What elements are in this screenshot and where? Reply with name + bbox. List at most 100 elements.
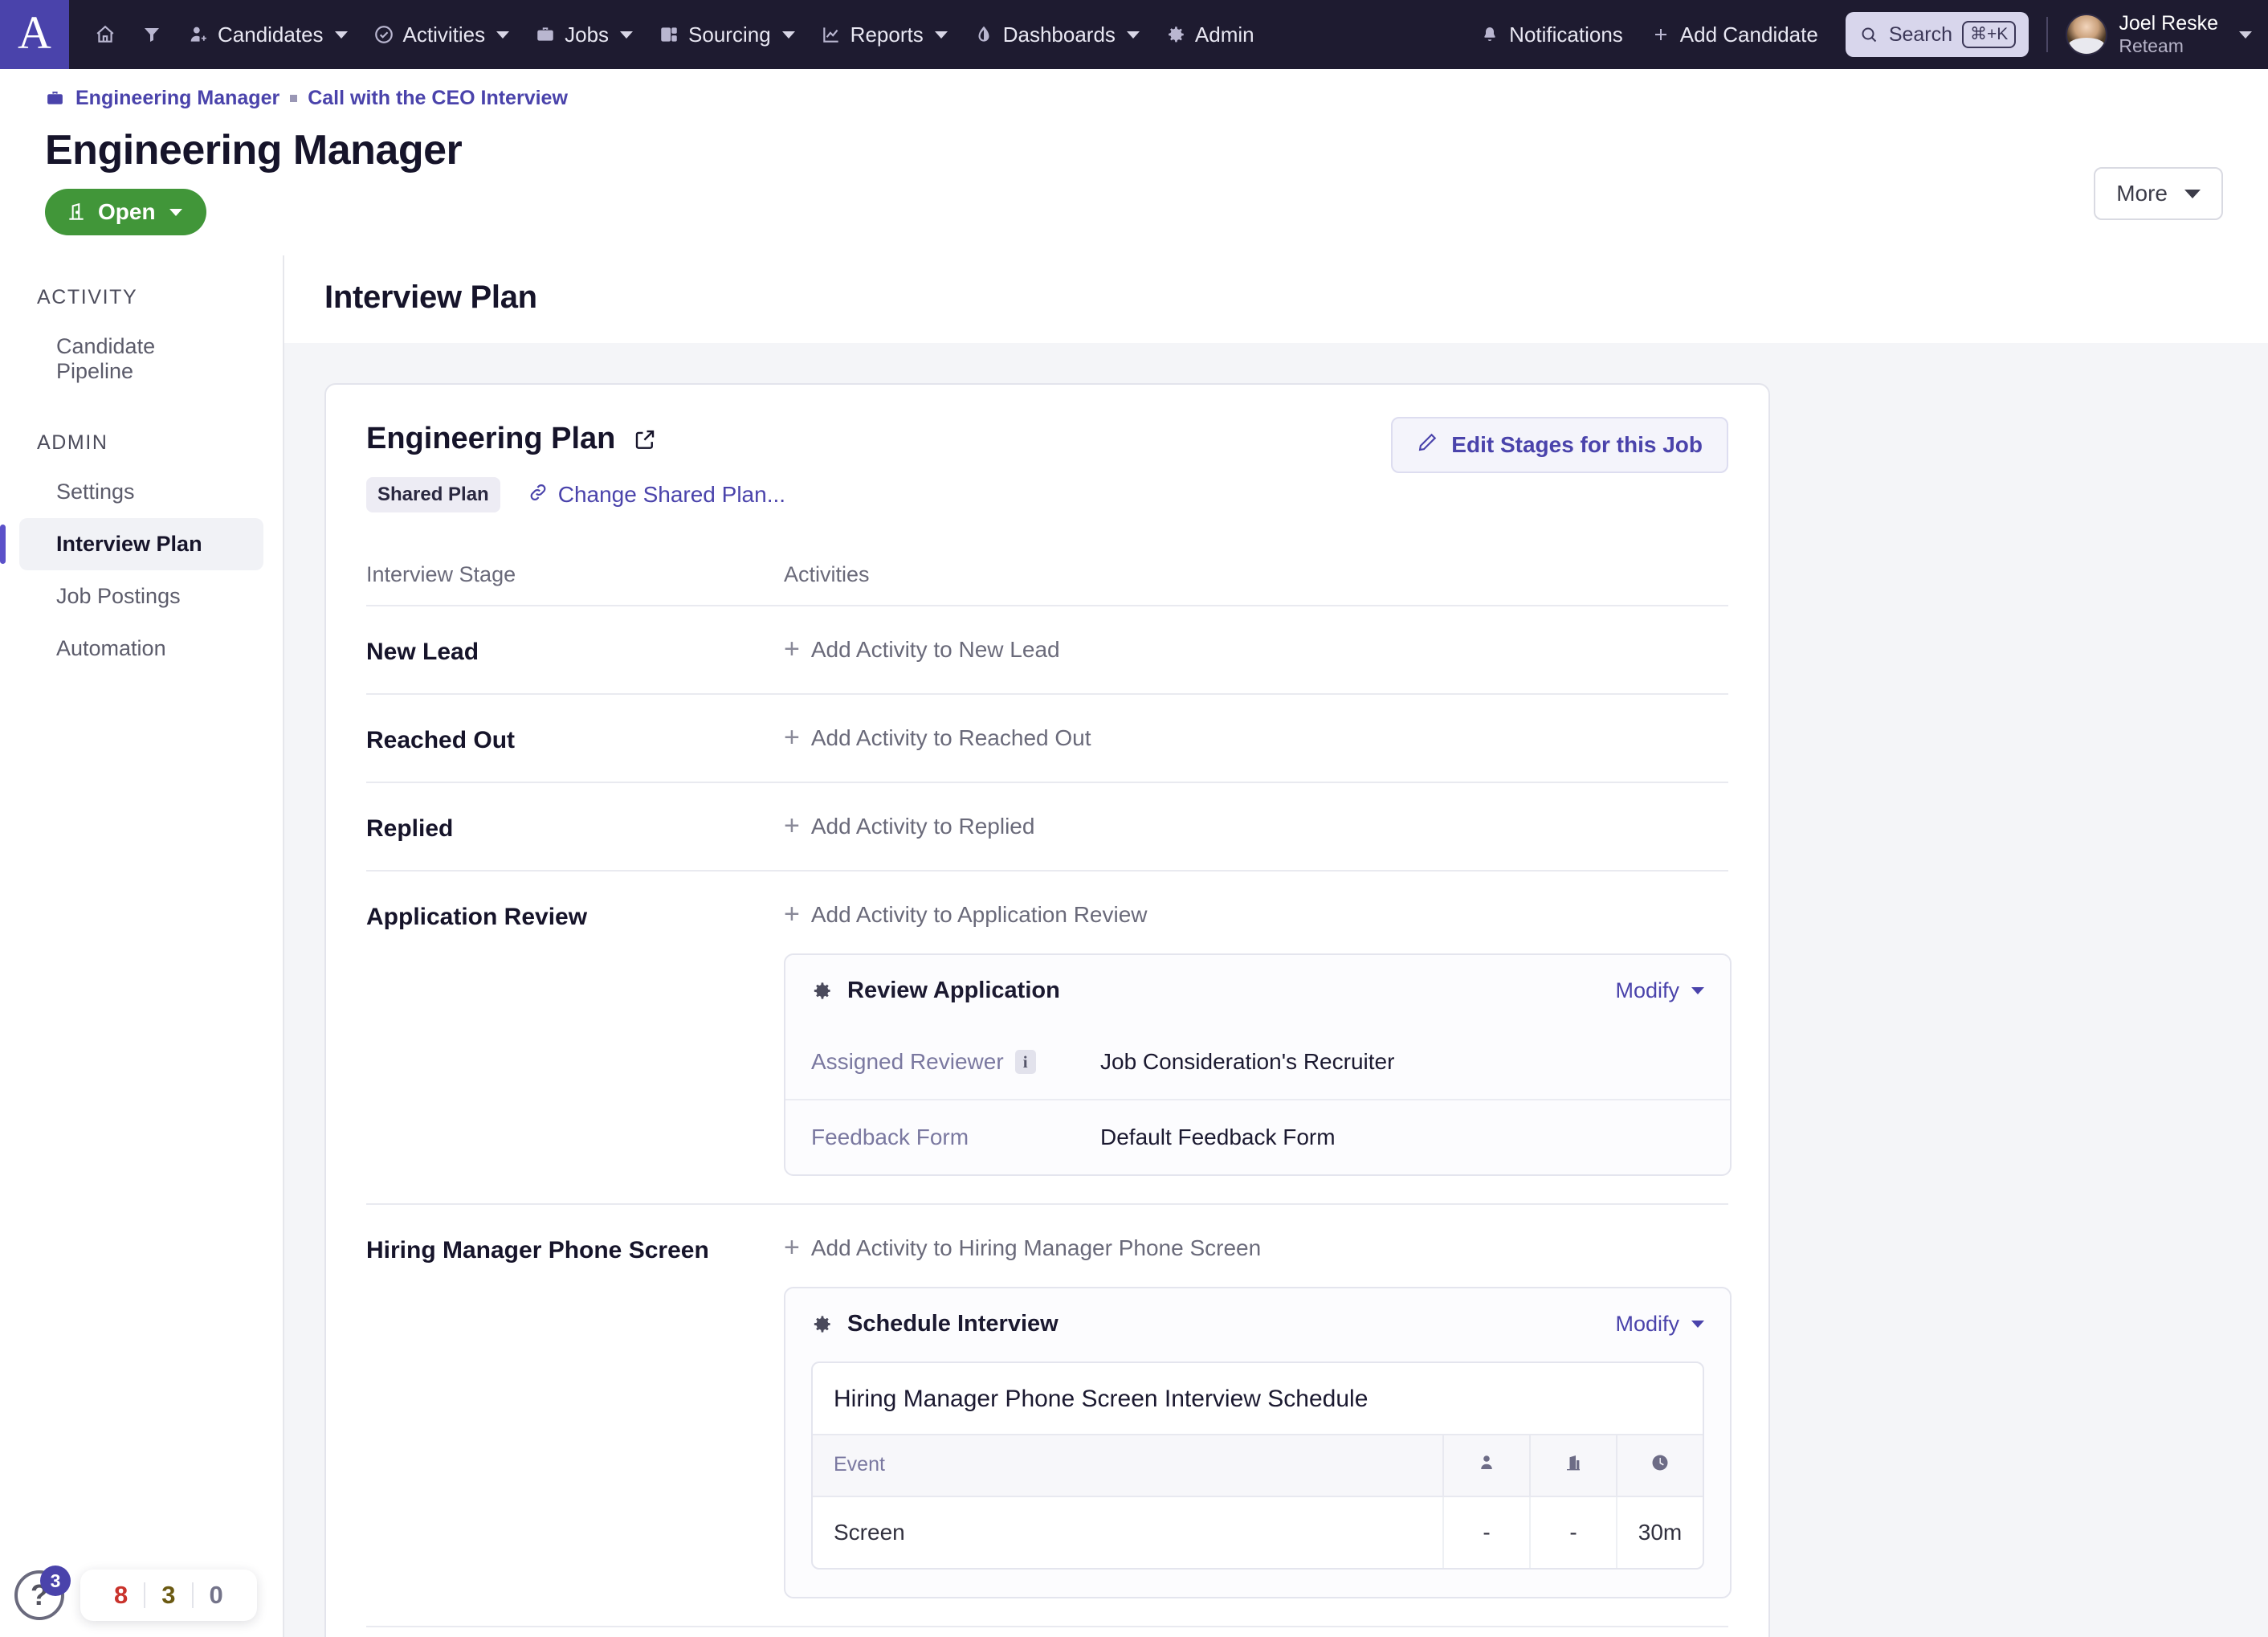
schedule-location-value: - [1529, 1497, 1616, 1568]
add-activity-button[interactable]: + Add Activity to Reached Out [784, 725, 1091, 751]
add-activity-button[interactable]: + Add Activity to Hiring Manager Phone S… [784, 1235, 1261, 1261]
add-activity-button[interactable]: + Add Activity to Application Review [784, 902, 1148, 928]
funnel-icon [141, 24, 162, 45]
logo-letter: A [18, 10, 51, 56]
page-body: ACTIVITY Candidate Pipeline ADMIN Settin… [0, 255, 2268, 1637]
help-button[interactable]: ? 3 [14, 1570, 64, 1620]
nav-sourcing[interactable]: Sourcing [647, 14, 806, 55]
bell-icon [1479, 24, 1500, 45]
help-widget: ? 3 8 3 0 [14, 1570, 257, 1621]
interview-schedule-table: Hiring Manager Phone Screen Interview Sc… [811, 1361, 1704, 1570]
nav-jobs-label: Jobs [565, 22, 609, 47]
sidebar-item-interview-plan[interactable]: Interview Plan [19, 518, 263, 570]
more-button[interactable]: More [2094, 167, 2223, 220]
nav-dashboards[interactable]: Dashboards [962, 14, 1151, 55]
breadcrumb-item-interview[interactable]: Call with the CEO Interview [308, 87, 568, 110]
stage-activities: + Add Activity to Replied [784, 814, 1728, 839]
help-badge-count: 3 [40, 1566, 71, 1596]
modify-button[interactable]: Modify [1615, 978, 1704, 1003]
search-label: Search [1889, 23, 1952, 47]
user-menu[interactable]: Joel Reske Reteam [2066, 12, 2252, 56]
main-header: Interview Plan [284, 255, 2268, 343]
nav-sourcing-label: Sourcing [688, 22, 771, 47]
stage-name: Application Review [366, 902, 784, 931]
search-shortcut: ⌘+K [1962, 21, 2016, 48]
modify-button[interactable]: Modify [1615, 1312, 1704, 1337]
nav-candidates[interactable]: Candidates [177, 14, 359, 55]
chevron-down-icon [782, 31, 795, 39]
nav-divider [2046, 17, 2048, 52]
notifications-button[interactable]: Notifications [1468, 14, 1634, 55]
job-status-button[interactable]: Open [45, 189, 206, 235]
user-identity: Joel Reske Reteam [2119, 12, 2218, 56]
app-logo[interactable]: A [0, 0, 69, 69]
edit-stages-button[interactable]: Edit Stages for this Job [1391, 417, 1728, 473]
add-activity-button[interactable]: + Add Activity to New Lead [784, 637, 1060, 663]
nav-admin-label: Admin [1195, 22, 1254, 47]
add-candidate-label: Add Candidate [1680, 22, 1818, 47]
table-row: Replied + Add Activity to Replied [366, 782, 1728, 870]
top-navigation-bar: A Candidates Activities [0, 0, 2268, 69]
column-header-location [1529, 1435, 1616, 1496]
chevron-down-icon [1691, 1321, 1704, 1328]
sidebar-item-candidate-pipeline[interactable]: Candidate Pipeline [19, 320, 263, 398]
sidebar-item-job-postings[interactable]: Job Postings [19, 570, 263, 623]
sidebar-item-automation[interactable]: Automation [19, 623, 263, 675]
edit-stages-label: Edit Stages for this Job [1451, 432, 1703, 458]
add-activity-label: Add Activity to Reached Out [811, 725, 1091, 751]
change-shared-plan-label: Change Shared Plan... [558, 482, 785, 508]
change-shared-plan-link[interactable]: Change Shared Plan... [528, 482, 785, 508]
nav-jobs[interactable]: Jobs [524, 14, 644, 55]
column-header-interviewers [1442, 1435, 1529, 1496]
field-label-group: Assigned Reviewer i [811, 1049, 1100, 1075]
nav-admin[interactable]: Admin [1154, 14, 1266, 55]
main-content: Interview Plan Engineering Plan Shared P… [284, 255, 2268, 1637]
gear-icon [811, 980, 833, 1002]
sidebar-section-activity: ACTIVITY [0, 280, 283, 320]
schedule-header-row: Event [813, 1434, 1703, 1497]
table-row: Hiring Manager Phone Screen + Add Activi… [366, 1203, 1728, 1626]
nav-candidates-label: Candidates [218, 22, 324, 47]
activities-check-icon [373, 24, 394, 45]
chevron-down-icon [169, 209, 182, 216]
nav-activities[interactable]: Activities [362, 14, 521, 55]
plan-meta: Shared Plan Change Shared Plan... [366, 477, 1728, 512]
activity-card-schedule-interview: Schedule Interview Modify Hiring Manager… [784, 1287, 1732, 1598]
activity-field-row: Feedback Form Default Feedback Form [785, 1099, 1730, 1174]
activity-title-group: Review Application [811, 978, 1060, 1004]
sidebar-gap [0, 398, 283, 425]
table-row: Screen - - 30m [813, 1497, 1703, 1568]
chevron-down-icon [335, 31, 348, 39]
add-candidate-button[interactable]: Add Candidate [1639, 14, 1829, 55]
schedule-event-name: Screen [813, 1497, 1442, 1568]
add-activity-label: Add Activity to New Lead [811, 637, 1060, 663]
candidates-icon [188, 24, 209, 45]
dashboard-gauge-icon [973, 24, 994, 45]
nav-reports[interactable]: Reports [810, 14, 959, 55]
briefcase-icon [45, 88, 65, 108]
nav-home[interactable] [84, 16, 127, 53]
status-counters[interactable]: 8 3 0 [80, 1570, 257, 1621]
plus-icon: + [784, 817, 800, 836]
sidebar-item-settings[interactable]: Settings [19, 466, 263, 518]
breadcrumb-item-job[interactable]: Engineering Manager [75, 87, 279, 110]
sidebar: ACTIVITY Candidate Pipeline ADMIN Settin… [0, 255, 284, 1637]
stage-activities: + Add Activity to Reached Out [784, 725, 1728, 751]
external-link-icon[interactable] [633, 427, 657, 451]
add-activity-label: Add Activity to Replied [811, 814, 1035, 839]
nav-funnel[interactable] [130, 16, 173, 53]
info-icon[interactable]: i [1015, 1050, 1036, 1074]
plan-name: Engineering Plan [366, 422, 615, 456]
search-button[interactable]: Search ⌘+K [1846, 12, 2029, 57]
breadcrumb-separator [290, 95, 297, 102]
plus-icon: + [784, 640, 800, 659]
activity-card-header: Review Application Modify [785, 955, 1730, 1025]
add-activity-button[interactable]: + Add Activity to Replied [784, 814, 1034, 839]
field-value: Default Feedback Form [1100, 1125, 1336, 1150]
building-icon [1564, 1453, 1583, 1478]
table-row: Application Review + Add Activity to App… [366, 870, 1728, 1203]
nav-activities-label: Activities [403, 22, 486, 47]
counter-warning: 3 [145, 1581, 191, 1610]
chevron-down-icon [496, 31, 509, 39]
search-icon [1858, 24, 1879, 45]
